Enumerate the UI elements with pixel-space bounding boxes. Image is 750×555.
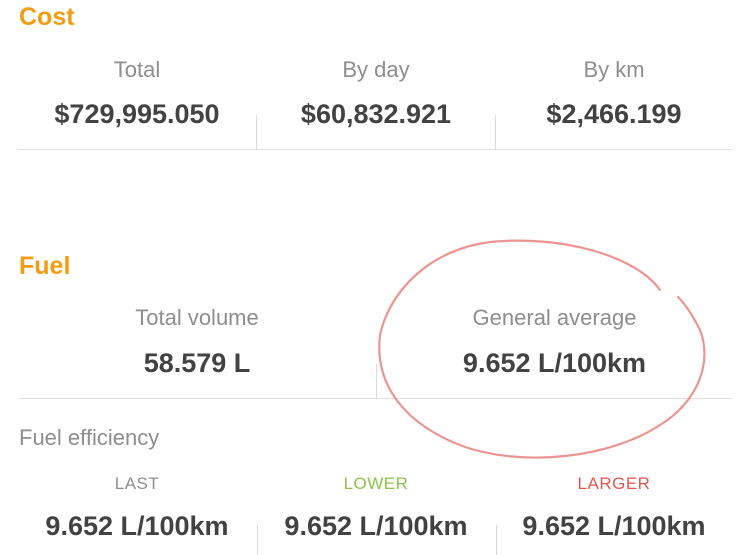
cost-by-day-label: By day	[342, 57, 410, 82]
cost-by-day-value: $60,832.921	[300, 99, 452, 129]
efficiency-lower-label: LOWER	[343, 474, 409, 493]
cost-total-label: Total	[113, 57, 161, 82]
efficiency-lower-value: 9.652 L/100km	[284, 511, 468, 541]
efficiency-last-value: 9.652 L/100km	[45, 511, 229, 541]
efficiency-larger-label: LARGER	[577, 474, 651, 493]
efficiency-larger-value: 9.652 L/100km	[522, 511, 706, 541]
fuel-general-average-label: General average	[472, 305, 637, 330]
cost-by-km-value: $2,466.199	[546, 99, 682, 129]
cost-by-day-underline	[257, 149, 495, 150]
fuel-total-volume-value: 58.579 L	[143, 348, 251, 378]
cost-by-km-label: By km	[583, 57, 645, 82]
efficiency-last-label: LAST	[114, 474, 160, 493]
cost-section-title: Cost	[19, 3, 75, 31]
fuel-general-average-underline	[377, 398, 732, 399]
fuel-section-title: Fuel	[19, 252, 71, 280]
fuel-total-volume-underline	[18, 398, 376, 399]
cost-total-underline	[18, 149, 256, 150]
annotation-circle	[378, 239, 706, 459]
fuel-efficiency-title: Fuel efficiency	[19, 425, 160, 450]
fuel-total-volume-label: Total volume	[135, 305, 259, 330]
cost-by-km-underline	[496, 149, 732, 150]
fuel-general-average-value: 9.652 L/100km	[462, 348, 647, 378]
cost-total-value: $729,995.050	[54, 99, 220, 129]
